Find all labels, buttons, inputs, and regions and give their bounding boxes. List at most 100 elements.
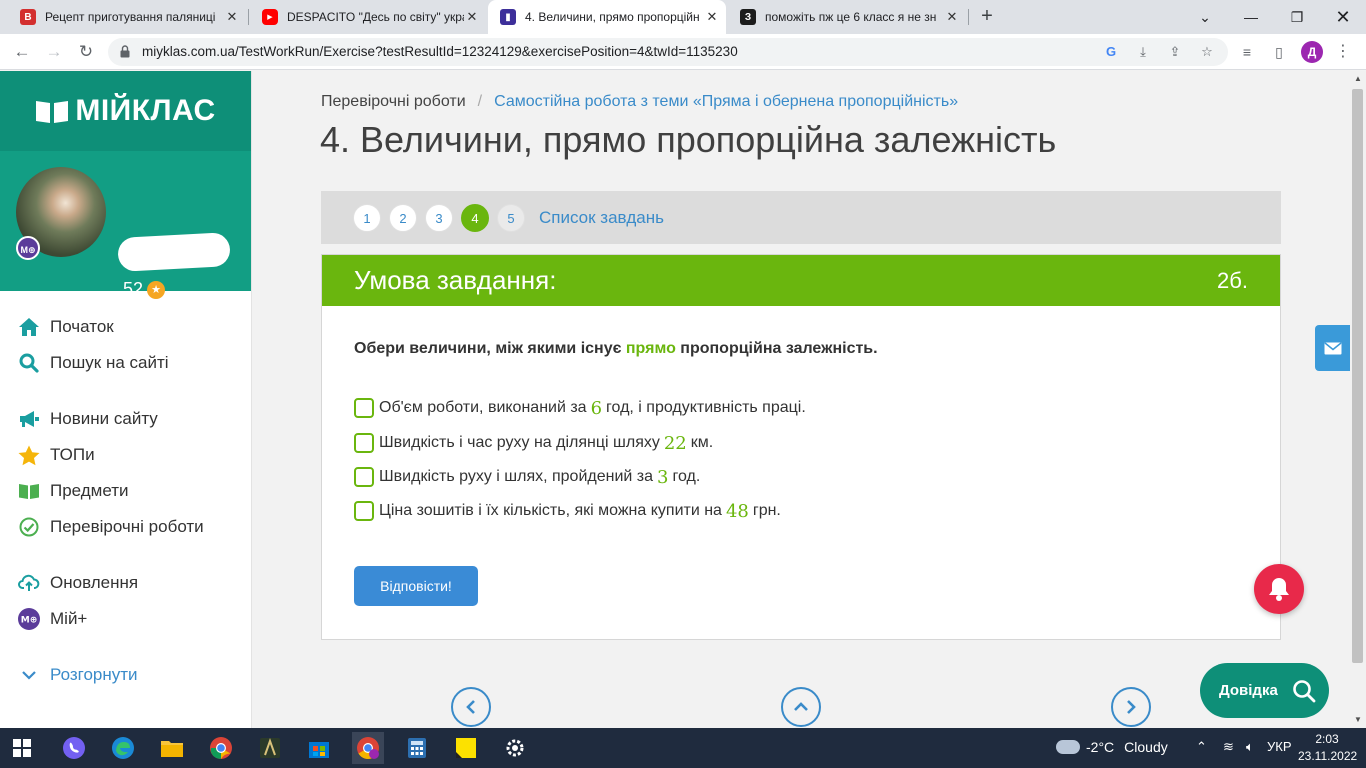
scroll-up-arrow-icon[interactable]: ▲ (1350, 71, 1366, 87)
page-scrollbar[interactable]: ▲ ▼ (1350, 71, 1366, 728)
sidebar-item-updates[interactable]: Оновлення (0, 565, 251, 601)
settings-gear-icon[interactable] (499, 732, 531, 764)
option-checkbox[interactable] (354, 398, 374, 418)
option-text: год, і продуктивність праці. (606, 399, 806, 416)
chrome-icon[interactable] (205, 732, 237, 764)
profile-avatar[interactable]: Д (1301, 41, 1323, 63)
reading-list-icon[interactable]: ≡ (1237, 42, 1257, 62)
close-tab-icon[interactable]: ✕ (944, 9, 960, 25)
tray-chevron-up-icon[interactable]: ⌃ (1196, 739, 1207, 755)
sticky-notes-icon[interactable] (450, 732, 482, 764)
new-tab-button[interactable]: + (976, 5, 998, 27)
game-app-icon[interactable] (254, 732, 286, 764)
url-field[interactable]: miyklas.com.ua/TestWorkRun/Exercise?test… (108, 38, 1228, 66)
option-text: км. (690, 434, 714, 451)
browser-tab-2[interactable]: ▶ DESPACITO "Десь по світу" укра ✕ (250, 0, 486, 34)
install-icon[interactable]: ⤓ (1134, 43, 1152, 61)
option-checkbox[interactable] (354, 467, 374, 487)
weather-widget[interactable]: -2°C Cloudy (1056, 739, 1168, 755)
expand-label: Розгорнути (50, 665, 138, 684)
restore-icon[interactable]: ❐ (1274, 0, 1320, 34)
calculator-icon[interactable] (401, 732, 433, 764)
microsoft-store-icon[interactable] (303, 732, 335, 764)
tab-search-icon[interactable]: ⌄ (1182, 0, 1228, 34)
answer-option-3[interactable]: Швидкість руху і шлях, пройдений за 3 го… (354, 466, 700, 488)
my-profile-link[interactable]: ◉ Мій профіль (123, 313, 233, 329)
question-number-2[interactable]: 2 (389, 203, 417, 232)
logout-label: Вийти (145, 337, 188, 353)
sidebar-item-myplus[interactable]: М⊕ Мій+ (0, 601, 251, 637)
envelope-icon (1324, 341, 1341, 354)
question-number-5[interactable]: 5 (497, 203, 525, 232)
tab-title: 4. Величини, прямо пропорційн (525, 10, 700, 24)
sidebar-item-news[interactable]: Новини сайту (0, 401, 251, 437)
close-window-icon[interactable]: ✕ (1320, 0, 1366, 34)
sidebar-item-label: Мій+ (50, 609, 88, 628)
answer-option-4[interactable]: Ціна зошитів і їх кількість, які можна к… (354, 500, 781, 522)
sidebar-item-tests[interactable]: Перевірочні роботи (0, 509, 251, 545)
logout-link[interactable]: ◧ Вийти (123, 337, 188, 353)
sidebar-item-tops[interactable]: ТОПи (0, 437, 251, 473)
myplus-icon: М⊕ (18, 608, 40, 630)
file-explorer-icon[interactable] (156, 732, 188, 764)
chrome-active-icon[interactable] (352, 732, 384, 764)
help-button[interactable]: Довідка (1200, 663, 1329, 718)
google-translate-icon[interactable]: G (1102, 43, 1120, 61)
reload-icon[interactable]: ↻ (74, 40, 98, 64)
edge-icon[interactable] (107, 732, 139, 764)
forward-icon[interactable]: → (42, 40, 66, 64)
breadcrumb: Перевірочні роботи / Самостійна робота з т… (321, 93, 958, 111)
task-list-link[interactable]: Список завдань (539, 208, 664, 228)
site-logo[interactable]: МІЙКЛАС (0, 71, 251, 151)
answer-button[interactable]: Відповісти! (354, 566, 478, 606)
question-number-4-current[interactable]: 4 (461, 203, 489, 232)
option-checkbox[interactable] (354, 433, 374, 453)
question-text: Обери величини, між якими існує прямо пр… (354, 340, 878, 358)
option-text: Швидкість руху і шлях, пройдений за (379, 468, 654, 485)
windows-start-icon[interactable] (6, 732, 38, 764)
star-icon (18, 444, 40, 466)
logo-text: МІЙКЛАС (75, 94, 216, 127)
exercise-card: Умова завдання: 2б. Обери величини, між … (321, 254, 1281, 640)
close-tab-icon[interactable]: ✕ (704, 9, 720, 25)
sidebar-item-subjects[interactable]: Предмети (0, 473, 251, 509)
wifi-icon[interactable]: ≋ (1223, 739, 1234, 755)
next-question-button[interactable] (1111, 687, 1151, 727)
minimize-icon[interactable]: — (1228, 0, 1274, 34)
breadcrumb-root[interactable]: Перевірочні роботи (321, 93, 466, 110)
answer-option-2[interactable]: Швидкість і час руху на ділянці шляху 22… (354, 432, 713, 454)
browser-tab-1[interactable]: В Рецепт приготування паляниці ✕ (8, 0, 246, 34)
option-checkbox[interactable] (354, 501, 374, 521)
scroll-top-button[interactable] (781, 687, 821, 727)
side-panel-icon[interactable]: ▯ (1269, 42, 1289, 62)
option-text: Ціна зошитів і їх кількість, які можна к… (379, 502, 722, 519)
chrome-menu-icon[interactable]: ⋮ (1333, 42, 1353, 62)
close-tab-icon[interactable]: ✕ (224, 9, 240, 25)
volume-icon[interactable]: 🔈︎ (1246, 739, 1254, 755)
bell-icon (1269, 578, 1289, 601)
viber-icon[interactable] (58, 732, 90, 764)
bookmark-star-icon[interactable]: ☆ (1198, 43, 1216, 61)
browser-tab-3-active[interactable]: ▮ 4. Величини, прямо пропорційн ✕ (488, 0, 726, 34)
notifications-button[interactable] (1254, 564, 1304, 614)
clock[interactable]: 2:03 23.11.2022 (1298, 731, 1357, 765)
tab-title: Рецепт приготування паляниці (45, 10, 216, 24)
question-number-1[interactable]: 1 (353, 203, 381, 232)
sidebar-expand[interactable]: Розгорнути (0, 657, 251, 693)
close-tab-icon[interactable]: ✕ (464, 9, 480, 25)
points-value: 52 (123, 279, 144, 299)
answer-option-1[interactable]: Об'єм роботи, виконаний за 6 год, і прод… (354, 397, 806, 419)
breadcrumb-current-link[interactable]: Самостійна робота з теми «Пряма і оберне… (494, 93, 958, 110)
tab-separator (248, 9, 249, 25)
previous-question-button[interactable] (451, 687, 491, 727)
language-indicator[interactable]: УКР (1267, 739, 1292, 754)
myplus-badge: М⊕ (16, 236, 40, 260)
weather-temperature: -2°C (1086, 739, 1115, 755)
scrollbar-thumb[interactable] (1352, 89, 1363, 663)
question-number-3[interactable]: 3 (425, 203, 453, 232)
share-icon[interactable]: ⇪ (1166, 43, 1184, 61)
browser-tab-4[interactable]: З поможіть пж це 6 класс я не зн ✕ (728, 0, 966, 34)
back-icon[interactable]: ← (10, 40, 34, 64)
scroll-down-arrow-icon[interactable]: ▼ (1350, 712, 1366, 728)
feedback-mail-button[interactable] (1315, 325, 1350, 371)
